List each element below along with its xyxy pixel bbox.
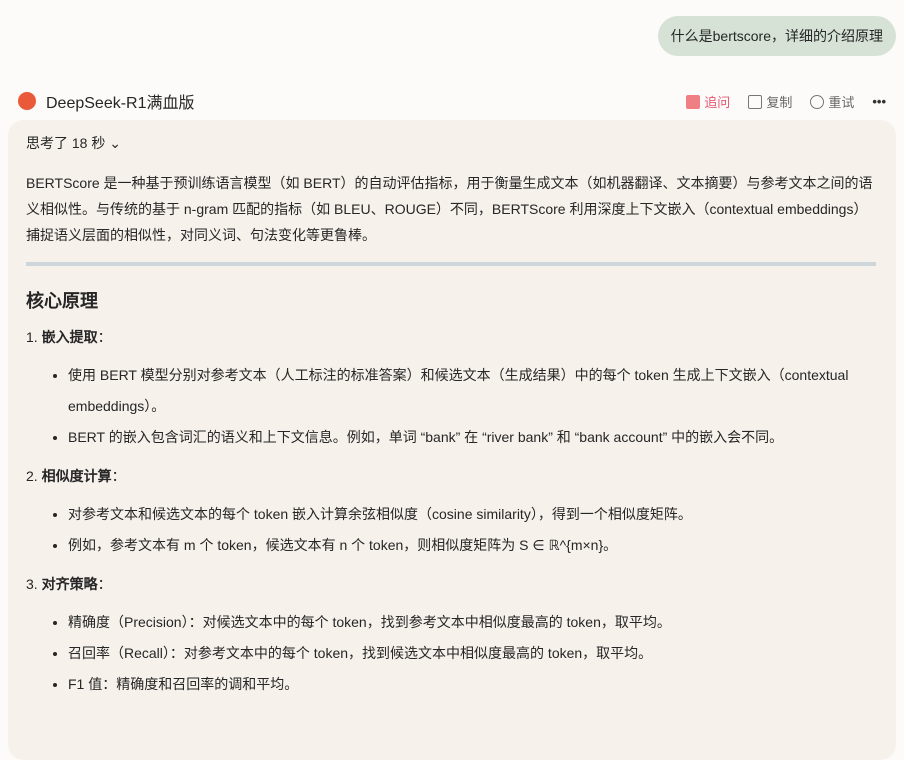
section-heading: 核心原理 [26,291,98,311]
bullet-list: 精确度（Precision）：对候选文本中的每个 token，找到参考文本中相似… [48,607,876,700]
section-title: 对齐策略 [41,576,98,592]
ask-button[interactable]: 追问 [686,92,730,111]
section-number: 2. [26,468,38,484]
principle-section: 3. 对齐策略： [26,576,112,592]
retry-label: 重试 [828,94,855,110]
copy-button[interactable]: 复制 [748,92,792,111]
principle-section: 1. 嵌入提取： [26,329,112,345]
list-item: F1 值：精确度和召回率的调和平均。 [68,669,876,700]
bullet-list: 使用 BERT 模型分别对参考文本（人工标注的标准答案）和候选文本（生成结果）中… [48,360,876,453]
list-item: 召回率（Recall）：对参考文本中的每个 token，找到候选文本中相似度最高… [68,638,876,669]
principle-section: 2. 相似度计算： [26,468,126,484]
response-header: DeepSeek-R1满血版 追问 复制 重试 ••• [18,90,886,112]
list-item: 精确度（Precision）：对候选文本中的每个 token，找到参考文本中相似… [68,607,876,638]
model-name: DeepSeek-R1满血版 [46,95,195,112]
section-number: 1. [26,329,38,345]
retry-button[interactable]: 重试 [810,92,854,111]
copy-label: 复制 [766,94,793,110]
refresh-icon [810,94,825,109]
list-item: 例如，参考文本有 m 个 token，候选文本有 n 个 token，则相似度矩… [68,530,876,561]
divider [26,262,876,266]
intro-paragraph: BERTScore 是一种基于预训练语言模型（如 BERT）的自动评估指标，用于… [26,175,873,243]
section-title: 嵌入提取 [41,329,98,345]
response-card: 思考了 18 秒 ⌄ BERTScore 是一种基于预训练语言模型（如 BERT… [8,120,896,760]
thinking-label: 思考了 18 秒 [26,135,106,151]
list-item: 对参考文本和候选文本的每个 token 嵌入计算余弦相似度（cosine sim… [68,499,876,530]
bullet-list: 对参考文本和候选文本的每个 token 嵌入计算余弦相似度（cosine sim… [48,499,876,561]
ask-label: 追问 [704,94,731,110]
chevron-down-icon: ⌄ [109,135,121,151]
list-item: 使用 BERT 模型分别对参考文本（人工标注的标准答案）和候选文本（生成结果）中… [68,360,876,422]
more-button[interactable]: ••• [872,94,886,109]
list-item: BERT 的嵌入包含词汇的语义和上下文信息。例如，单词 “bank” 在 “ri… [68,422,876,453]
chat-icon [686,94,701,109]
section-title: 相似度计算 [41,468,112,484]
deepseek-logo-icon [18,92,36,110]
user-message: 什么是bertscore，详细的介绍原理 [657,16,896,56]
copy-icon [748,94,763,109]
thinking-toggle[interactable]: 思考了 18 秒 ⌄ [26,133,121,153]
section-number: 3. [26,576,38,592]
